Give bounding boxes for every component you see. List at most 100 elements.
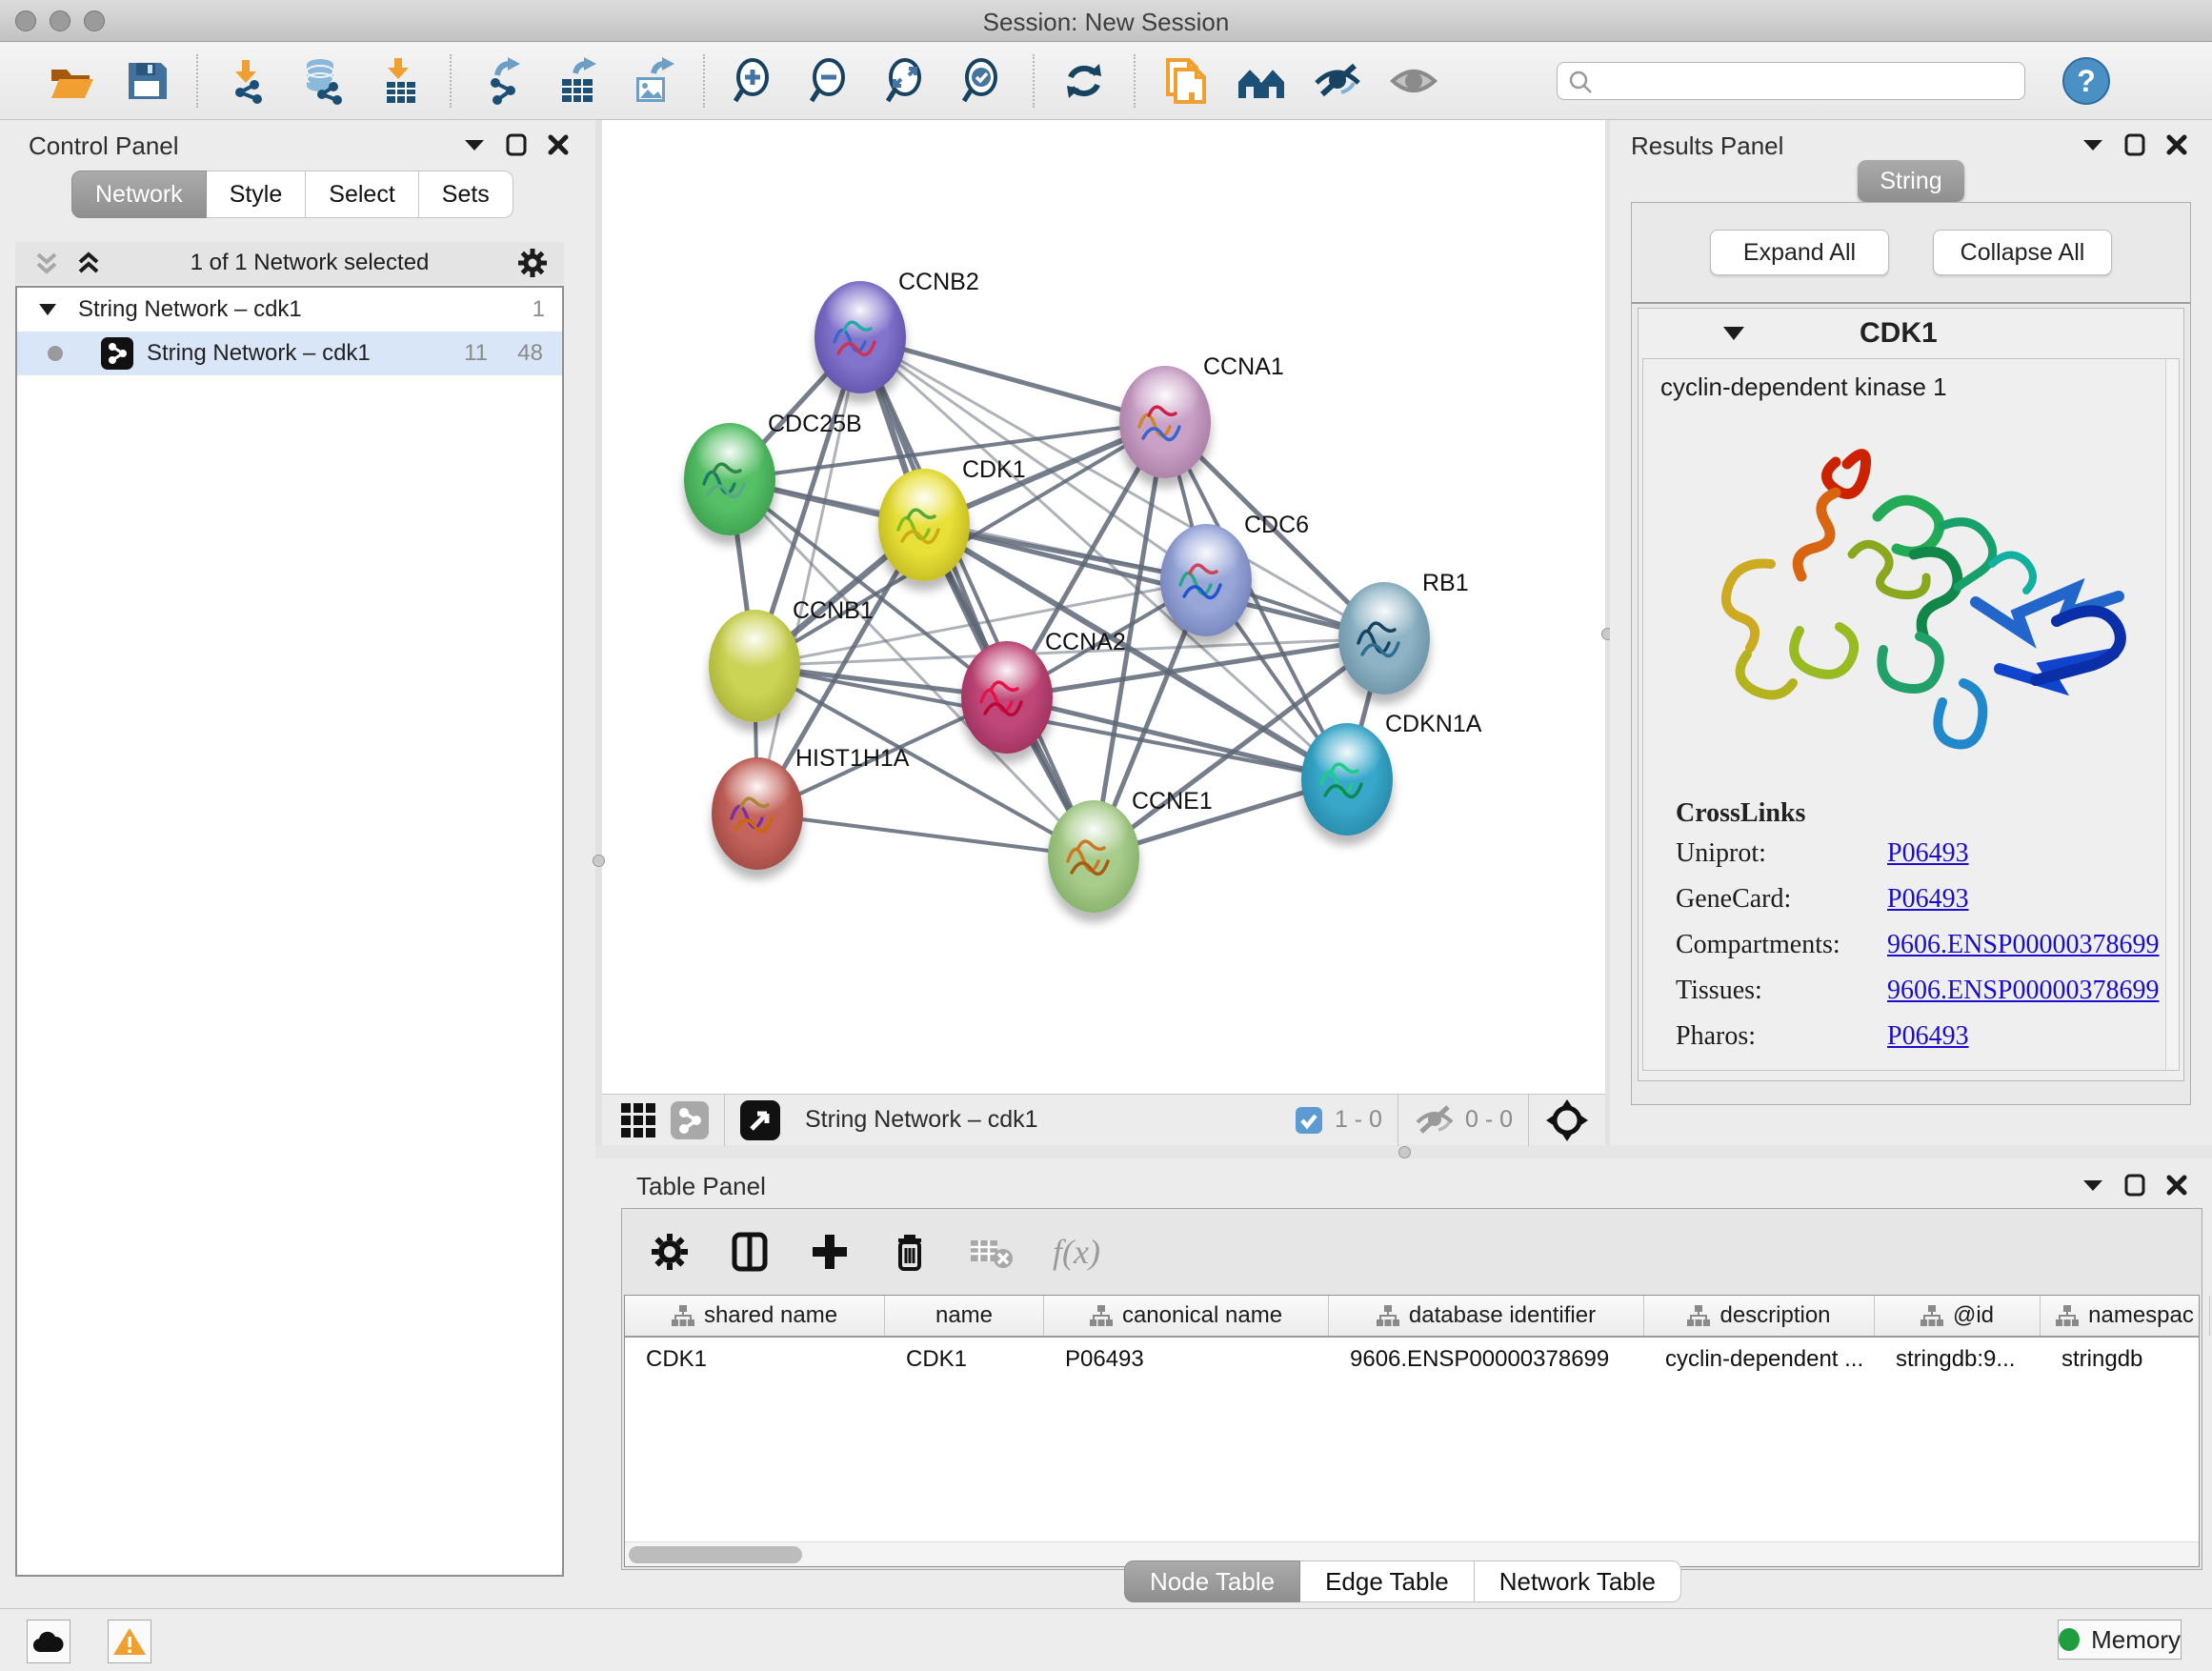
node-CDKN1A[interactable] — [1301, 723, 1393, 836]
selected-checkbox-icon[interactable] — [1295, 1106, 1323, 1135]
crosslink-link[interactable]: P06493 — [1887, 838, 1969, 869]
save-session-icon[interactable] — [122, 56, 171, 106]
import-network-file-icon[interactable] — [223, 56, 272, 106]
scrollbar-thumb[interactable] — [629, 1546, 802, 1563]
tab-edge-table[interactable]: Edge Table — [1300, 1560, 1475, 1602]
column-header-canonical-name[interactable]: canonical name — [1044, 1296, 1329, 1336]
node-CDC6[interactable] — [1160, 524, 1252, 636]
node-result-header[interactable]: CDK1 — [1639, 309, 2183, 358]
eye-icon[interactable] — [1389, 56, 1438, 106]
cloud-button[interactable] — [27, 1620, 70, 1663]
crosslink-link[interactable]: 9606.ENSP00000378699 — [1887, 930, 2159, 960]
zoom-fit-icon[interactable] — [882, 56, 932, 106]
expand-all-button[interactable]: Expand All — [1710, 230, 1889, 275]
panel-close-icon[interactable] — [2166, 134, 2187, 155]
delete-column-icon[interactable] — [889, 1231, 931, 1273]
edge-CCNB2-HIST1H1A[interactable] — [757, 337, 860, 814]
fit-selected-target-icon[interactable] — [1544, 1097, 1590, 1143]
cell[interactable]: CDK1 — [625, 1346, 885, 1373]
warnings-button[interactable] — [108, 1620, 151, 1663]
tab-network[interactable]: Network — [71, 171, 207, 218]
zoom-out-icon[interactable] — [806, 56, 855, 106]
export-table-icon[interactable] — [553, 56, 602, 106]
panel-float-icon[interactable] — [2124, 133, 2145, 156]
node-CCNB1[interactable] — [709, 610, 800, 722]
cell[interactable]: P06493 — [1044, 1346, 1329, 1373]
panel-menu-icon[interactable] — [2082, 138, 2103, 151]
collapse-all-icon[interactable] — [32, 249, 61, 277]
collapse-all-button[interactable]: Collapse All — [1933, 230, 2112, 275]
open-session-icon[interactable] — [46, 56, 95, 106]
panel-float-icon[interactable] — [506, 133, 527, 156]
column-header--id[interactable]: @id — [1875, 1296, 2041, 1336]
crosslink-link[interactable]: P06493 — [1887, 1021, 1969, 1052]
divider-grip[interactable] — [593, 855, 605, 867]
tab-sets[interactable]: Sets — [419, 171, 513, 218]
network-row[interactable]: String Network – cdk1 11 48 — [17, 332, 562, 375]
gear-icon[interactable] — [516, 247, 549, 279]
node-CCNE1[interactable] — [1048, 800, 1139, 913]
add-column-icon[interactable] — [809, 1231, 851, 1273]
tab-string[interactable]: String — [1858, 160, 1964, 202]
panel-close-icon[interactable] — [548, 134, 569, 155]
column-header-name[interactable]: name — [885, 1296, 1044, 1336]
string-eye-slash-icon[interactable] — [1313, 56, 1362, 106]
cell[interactable]: stringdb:9... — [1875, 1346, 2041, 1373]
tab-node-table[interactable]: Node Table — [1124, 1560, 1300, 1602]
expand-all-icon[interactable] — [74, 249, 103, 277]
edge-CCNB2-CCNE1[interactable] — [860, 337, 1094, 856]
zoom-selected-icon[interactable] — [958, 56, 1008, 106]
node-CCNA2[interactable] — [961, 641, 1053, 754]
node-CCNA1[interactable] — [1119, 366, 1211, 478]
annotations-icon[interactable] — [1160, 56, 1210, 106]
network-canvas[interactable]: CCNB2CCNA1CDC25BCDK1CDC6RB1CCNB1CCNA2CDK… — [602, 120, 1605, 1094]
function-builder-button[interactable]: f(x) — [1053, 1232, 1100, 1272]
import-table-file-icon[interactable] — [375, 56, 425, 106]
column-header-database-identifier[interactable]: database identifier — [1329, 1296, 1644, 1336]
grid-view-icon[interactable] — [619, 1101, 657, 1139]
edge-CCNE1-HIST1H1A[interactable] — [757, 814, 1094, 856]
tab-network-table[interactable]: Network Table — [1475, 1560, 1681, 1602]
export-image-icon[interactable] — [629, 56, 678, 106]
panel-float-icon[interactable] — [2124, 1174, 2145, 1197]
left-panel-divider[interactable] — [595, 120, 602, 1145]
node-RB1[interactable] — [1338, 582, 1430, 695]
refresh-icon[interactable] — [1059, 56, 1109, 106]
string-home-icon[interactable] — [1237, 56, 1286, 106]
node-HIST1H1A[interactable] — [712, 757, 803, 870]
network-list-view-icon[interactable] — [671, 1101, 709, 1139]
import-network-database-icon[interactable] — [299, 56, 349, 106]
cell[interactable]: stringdb — [2041, 1346, 2210, 1373]
collection-expand-icon[interactable] — [38, 303, 57, 316]
tab-select[interactable]: Select — [306, 171, 418, 218]
column-header-shared-name[interactable]: shared name — [625, 1296, 885, 1336]
show-columns-icon[interactable] — [729, 1231, 771, 1273]
entry-collapse-icon[interactable] — [1722, 326, 1745, 341]
panel-menu-icon[interactable] — [2082, 1178, 2103, 1192]
birdseye-toggle-icon[interactable] — [740, 1100, 780, 1140]
panel-close-icon[interactable] — [2166, 1175, 2187, 1196]
zoom-in-icon[interactable] — [730, 56, 779, 106]
network-collection-row[interactable]: String Network – cdk1 1 — [17, 288, 562, 332]
results-scrollbar[interactable] — [2165, 359, 2179, 1070]
cell[interactable]: cyclin-dependent ... — [1644, 1346, 1875, 1373]
column-header-namespac[interactable]: namespac — [2041, 1296, 2210, 1336]
table-row[interactable]: CDK1CDK1P064939606.ENSP00000378699cyclin… — [625, 1338, 2199, 1381]
cell[interactable]: CDK1 — [885, 1346, 1044, 1373]
panel-menu-icon[interactable] — [464, 138, 485, 151]
help-icon[interactable]: ? — [2061, 56, 2111, 106]
node-CDC25B[interactable] — [684, 423, 775, 535]
crosslink-link[interactable]: 9606.ENSP00000378699 — [1887, 976, 2159, 1006]
divider-grip[interactable] — [1398, 1146, 1411, 1158]
memory-button[interactable]: Memory — [2058, 1620, 2182, 1660]
node-CCNB2[interactable] — [814, 281, 906, 393]
search-input[interactable] — [1557, 62, 2025, 100]
column-header-description[interactable]: description — [1644, 1296, 1875, 1336]
crosslink-link[interactable]: P06493 — [1887, 884, 1969, 915]
tab-style[interactable]: Style — [207, 171, 307, 218]
export-network-icon[interactable] — [476, 56, 526, 106]
table-settings-gear-icon[interactable] — [649, 1231, 691, 1273]
node-CDK1[interactable] — [878, 469, 970, 581]
delete-table-icon[interactable] — [969, 1233, 1015, 1271]
cell[interactable]: 9606.ENSP00000378699 — [1329, 1346, 1644, 1373]
